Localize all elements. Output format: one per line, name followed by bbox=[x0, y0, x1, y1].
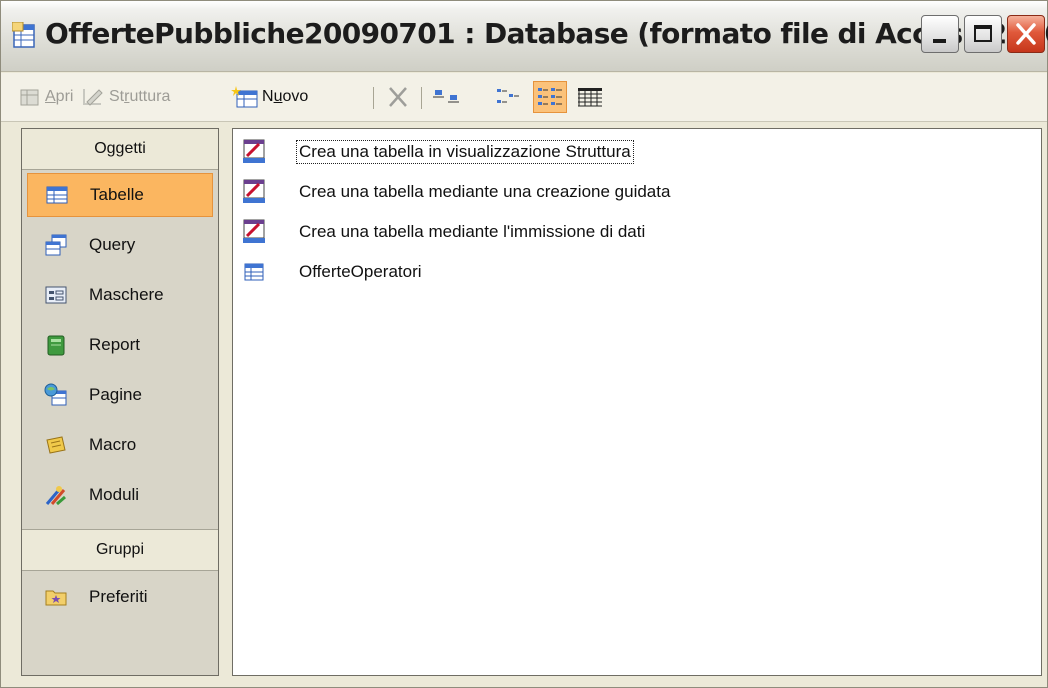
nav-item-moduli[interactable]: Moduli bbox=[27, 473, 213, 517]
small-icons-icon bbox=[497, 89, 519, 103]
list-item[interactable]: Crea una tabella in visualizzazione Stru… bbox=[233, 135, 634, 169]
new-button[interactable]: Nuovo bbox=[231, 83, 308, 111]
list-item-label: Crea una tabella in visualizzazione Stru… bbox=[296, 140, 634, 164]
table-icon bbox=[46, 186, 68, 204]
maximize-button[interactable] bbox=[964, 15, 1002, 53]
large-icons-button[interactable] bbox=[433, 83, 463, 111]
toolbar: Apri Struttura Nuovo bbox=[1, 73, 1047, 122]
query-icon bbox=[45, 234, 67, 256]
list-item-label: Crea una tabella mediante l'immissione d… bbox=[299, 222, 646, 241]
delete-button[interactable] bbox=[385, 83, 411, 111]
small-icons-button[interactable] bbox=[494, 83, 524, 111]
list-item-label: OfferteOperatori bbox=[299, 262, 422, 281]
design-label: Struttura bbox=[109, 88, 171, 105]
nav-item-macro[interactable]: Macro bbox=[27, 423, 213, 467]
nav-item-label: Tabelle bbox=[90, 185, 144, 204]
new-label: Nuovo bbox=[262, 88, 309, 105]
open-icon bbox=[20, 89, 39, 106]
title-bar[interactable]: OffertePubbliche20090701 : Database (for… bbox=[1, 1, 1048, 72]
nav-item-tabelle[interactable]: Tabelle bbox=[27, 173, 213, 217]
minimize-icon bbox=[933, 39, 946, 43]
nav-item-report[interactable]: Report bbox=[27, 323, 213, 367]
window-title: OffertePubbliche20090701 : Database (for… bbox=[45, 17, 1048, 50]
maximize-icon bbox=[974, 25, 992, 42]
object-list: Crea una tabella in visualizzazione Stru… bbox=[232, 128, 1042, 676]
toolbar-separator bbox=[421, 87, 422, 109]
page-icon bbox=[44, 383, 67, 406]
toolbar-separator bbox=[373, 87, 374, 109]
list-view-button[interactable] bbox=[533, 81, 567, 113]
design-icon bbox=[83, 89, 103, 106]
objects-header[interactable]: Oggetti bbox=[22, 129, 218, 170]
wizard-icon bbox=[243, 139, 265, 163]
list-view-icon bbox=[538, 88, 562, 105]
nav-item-maschere[interactable]: Maschere bbox=[27, 273, 213, 317]
delete-icon bbox=[389, 87, 407, 107]
nav-item-label: Query bbox=[89, 235, 136, 254]
large-icons-icon bbox=[433, 90, 459, 103]
database-window: OffertePubbliche20090701 : Database (for… bbox=[0, 0, 1048, 688]
nav-item-query[interactable]: Query bbox=[27, 223, 213, 267]
list-item[interactable]: OfferteOperatori bbox=[233, 255, 424, 289]
nav-item-pagine[interactable]: Pagine bbox=[27, 373, 213, 417]
module-icon bbox=[45, 486, 66, 506]
nav-item-label: Maschere bbox=[89, 285, 164, 304]
details-view-icon bbox=[578, 88, 602, 107]
list-item[interactable]: Crea una tabella mediante l'immissione d… bbox=[233, 215, 647, 249]
database-window-icon bbox=[12, 22, 35, 48]
minimize-button[interactable] bbox=[921, 15, 959, 53]
open-button[interactable]: Apri bbox=[19, 83, 73, 111]
nav-item-label: Macro bbox=[89, 435, 137, 454]
wizard-icon bbox=[243, 179, 265, 203]
wizard-icon bbox=[243, 219, 265, 243]
favorites-folder-icon bbox=[45, 590, 67, 606]
nav-item-label: Moduli bbox=[89, 485, 140, 504]
groups-header[interactable]: Gruppi bbox=[22, 529, 218, 571]
list-item-label: Crea una tabella mediante una creazione … bbox=[299, 182, 671, 201]
nav-item-label: Pagine bbox=[89, 385, 142, 404]
design-button[interactable]: Struttura bbox=[81, 83, 170, 111]
table-icon bbox=[244, 263, 264, 281]
form-icon bbox=[45, 286, 67, 304]
nav-item-label: Report bbox=[89, 335, 141, 354]
details-view-button[interactable] bbox=[575, 83, 605, 111]
list-item[interactable]: Crea una tabella mediante una creazione … bbox=[233, 175, 672, 209]
new-table-icon bbox=[231, 86, 258, 108]
close-button[interactable] bbox=[1007, 15, 1045, 53]
macro-icon bbox=[46, 436, 66, 454]
objects-panel: Oggetti Tabelle Query Maschere Report Pa… bbox=[21, 128, 219, 676]
nav-item-preferiti[interactable]: Preferiti bbox=[27, 575, 213, 619]
open-label: Apri bbox=[45, 88, 74, 105]
close-icon bbox=[1016, 23, 1036, 45]
nav-item-label: Preferiti bbox=[89, 587, 148, 606]
report-icon bbox=[47, 335, 65, 356]
